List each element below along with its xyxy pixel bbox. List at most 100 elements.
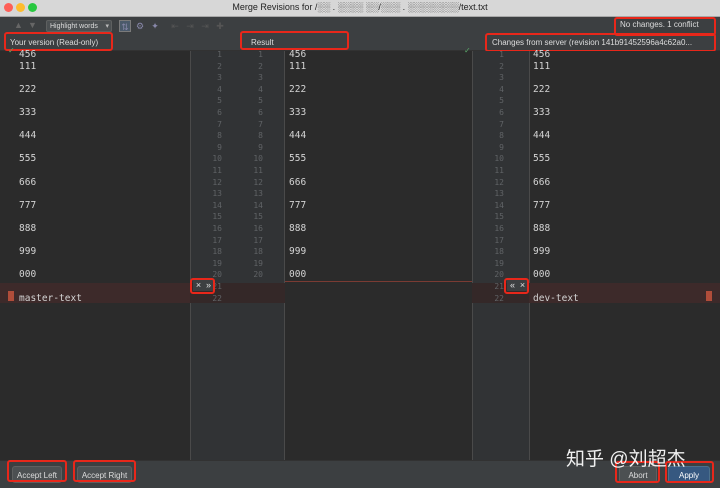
- line-number: 6: [217, 108, 222, 117]
- settings-gear-icon[interactable]: ⚙: [134, 20, 146, 32]
- line-number: 3: [499, 73, 504, 83]
- left-code-line: 666: [19, 176, 37, 188]
- line-number: 19: [212, 258, 222, 268]
- line-number: 16: [494, 224, 504, 233]
- line-number: 13: [212, 189, 222, 199]
- line-number: 6: [499, 108, 504, 117]
- highlight-box-accept-right: [73, 460, 136, 482]
- line-number: 13: [494, 189, 504, 199]
- right-code-line: 888: [533, 223, 551, 234]
- line-number: 19: [494, 258, 504, 268]
- left-code-line: 000: [19, 269, 37, 281]
- prev-difference-icon[interactable]: ▲: [14, 20, 23, 30]
- right-code-line: 456: [533, 49, 551, 60]
- line-number: 1: [499, 50, 504, 59]
- right-editor[interactable]: [529, 51, 720, 460]
- line-number: 21: [494, 282, 504, 291]
- result-editor[interactable]: [285, 51, 472, 460]
- line-number: 18: [494, 247, 504, 257]
- line-number: 22: [212, 293, 222, 303]
- line-number: 4: [217, 84, 222, 94]
- left-conflict-line: master-text: [19, 292, 82, 304]
- line-number: 18: [253, 247, 263, 257]
- center-left-gutter: [190, 51, 285, 460]
- line-number: 8: [258, 131, 263, 141]
- right-code-line: 222: [533, 83, 551, 95]
- result-code-line: 888: [289, 223, 307, 234]
- line-number: 14: [253, 200, 263, 210]
- highlight-box-left-chips: [190, 278, 215, 294]
- line-number: 5: [499, 96, 504, 106]
- result-conflict-marker-line: [285, 281, 472, 282]
- line-number: 4: [499, 84, 504, 94]
- line-number: 20: [253, 270, 263, 280]
- line-number: 14: [494, 200, 504, 210]
- left-code-line: 456: [19, 49, 37, 60]
- line-number: 12: [212, 177, 222, 187]
- right-code-line: 999: [533, 246, 551, 258]
- right-conflict-line: dev-text: [533, 292, 579, 304]
- result-code-line: 456: [289, 49, 307, 60]
- divider: [284, 51, 285, 460]
- line-number: 15: [253, 212, 263, 222]
- line-number: 14: [212, 200, 222, 210]
- line-number: 5: [217, 96, 222, 106]
- line-number: 5: [258, 96, 263, 106]
- line-number: 12: [494, 177, 504, 187]
- apply-left-non-conflicting-icon[interactable]: ⇤: [169, 20, 181, 32]
- resolve-simple-icon[interactable]: ✚: [214, 20, 226, 32]
- line-number: 16: [253, 224, 263, 233]
- line-number: 8: [217, 131, 222, 141]
- apply-right-non-conflicting-icon[interactable]: ⇥: [199, 20, 211, 32]
- result-code-line: 777: [289, 199, 307, 211]
- divider: [190, 51, 191, 460]
- line-number: 4: [258, 84, 263, 94]
- next-difference-icon[interactable]: ▼: [28, 20, 37, 30]
- line-number: 12: [253, 177, 263, 187]
- line-number: 8: [499, 131, 504, 141]
- left-code-line: 111: [19, 60, 37, 72]
- line-number: 10: [494, 154, 504, 164]
- right-code-line: 111: [533, 60, 551, 72]
- left-code-line: 222: [19, 83, 37, 95]
- highlight-mode-value: Highlight words: [50, 23, 98, 30]
- right-code-line: 555: [533, 153, 551, 165]
- line-number: 2: [217, 61, 222, 71]
- line-number: 3: [258, 73, 263, 83]
- result-code-line: 555: [289, 153, 307, 165]
- line-number: 22: [494, 293, 504, 303]
- line-number: 10: [212, 154, 222, 164]
- line-number: 3: [217, 73, 222, 83]
- conflict-gutter-mark-right: [706, 291, 712, 301]
- highlight-mode-dropdown[interactable]: Highlight words ▾: [46, 20, 112, 32]
- line-number: 10: [253, 154, 263, 164]
- line-number: 17: [212, 235, 222, 245]
- right-code-line: 000: [533, 269, 551, 281]
- highlight-box-right-title: [485, 33, 716, 52]
- line-number: 7: [258, 119, 263, 129]
- apply-all-non-conflicting-icon[interactable]: ⇥: [184, 20, 196, 32]
- line-number: 11: [212, 166, 222, 175]
- highlight-box-result-title: [240, 31, 349, 50]
- magic-resolve-icon[interactable]: ✦: [149, 20, 161, 32]
- left-code-line: 999: [19, 246, 37, 258]
- result-code-line: 444: [289, 130, 307, 142]
- window-title: Merge Revisions for /░░ . ░░░░ ░░/░░░ . …: [232, 2, 488, 12]
- line-number: 13: [253, 189, 263, 199]
- right-code-line: 666: [533, 176, 551, 188]
- line-number: 17: [253, 235, 263, 245]
- line-number: 9: [217, 142, 222, 152]
- sync-scroll-icon[interactable]: ⇅: [119, 20, 131, 32]
- result-code-line: 333: [289, 107, 307, 118]
- line-number: 1: [258, 50, 263, 59]
- line-number: 7: [217, 119, 222, 129]
- check-icon: ✓: [8, 46, 15, 55]
- left-code-line: 888: [19, 223, 37, 234]
- line-number: 11: [253, 166, 263, 175]
- line-number: 11: [494, 166, 504, 175]
- result-code-line: 000: [289, 269, 307, 281]
- line-number: 18: [212, 247, 222, 257]
- line-number: 9: [258, 142, 263, 152]
- conflict-gutter-mark-left: [8, 291, 14, 301]
- line-number: 15: [212, 212, 222, 222]
